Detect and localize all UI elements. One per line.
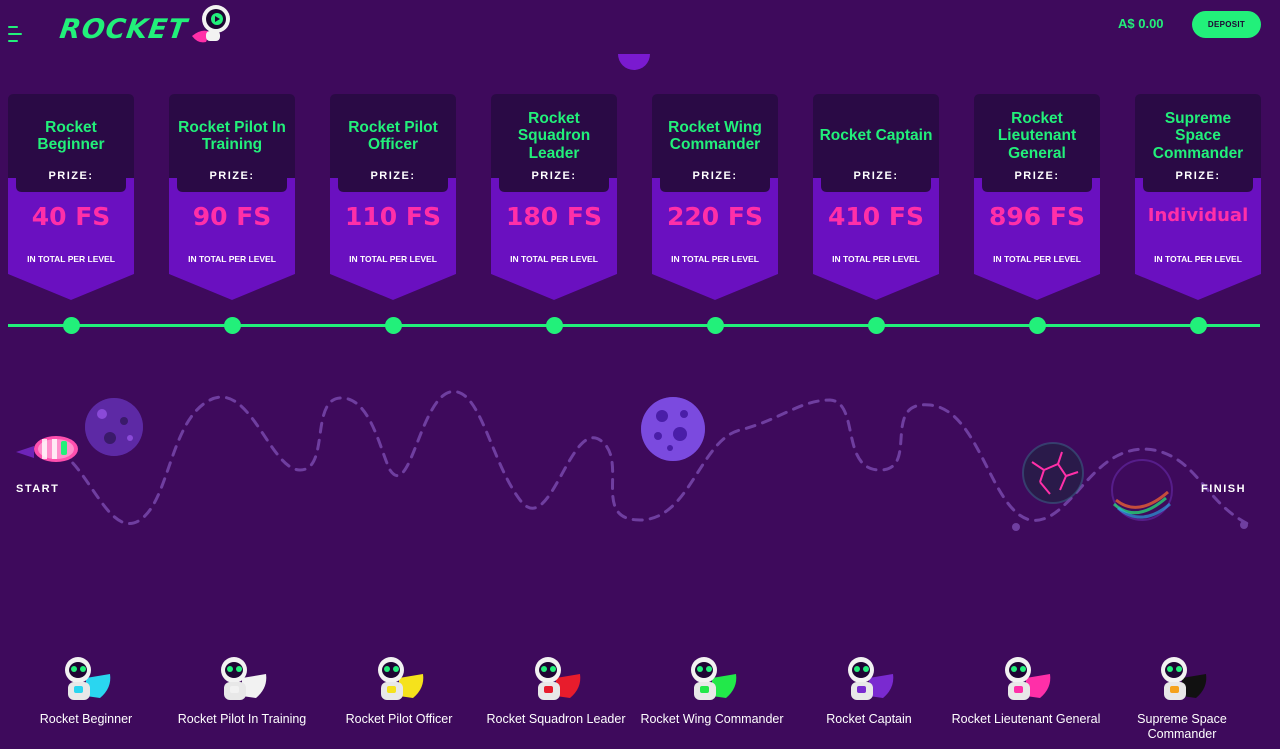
progress-line [8,324,1260,327]
prize-value: 90 FS [192,202,272,231]
rank-label: Rocket Beginner [39,712,133,726]
astronaut-rank-icon [848,657,894,700]
prize-label: PRIZE: [853,170,899,182]
progress-dot [62,317,80,334]
progress-dot [545,317,563,334]
rank-label: Rocket Wing Commander [640,712,784,726]
rank-item: Rocket Wing Commander [637,654,787,727]
prize-total-label: IN TOTAL PER LEVEL [349,254,437,264]
rank-item: Rocket Lieutenant General [951,654,1101,727]
prize-value: 110 FS [345,202,441,231]
level-card: Rocket Pilot Officer PRIZE: 110 FS IN TOTAL… [330,94,456,300]
level-title: Supreme Space Commander [1152,109,1244,162]
level-card: Rocket Captain PRIZE: 410 FS IN TOTAL PER L… [813,94,939,300]
rank-item: Rocket Pilot In Training [167,654,317,727]
balance-amount: A$ 0.00 [1118,16,1164,31]
prize-label: PRIZE: [531,170,577,182]
progress-dot [1189,317,1207,334]
level-card: Rocket Wing Commander PRIZE: 220 FS IN TOTA… [652,94,778,300]
progress-dot [223,317,241,334]
level-title: Rocket Lieutenant General [997,109,1077,162]
logo[interactable]: ROCKET [58,14,190,45]
rank-item: Rocket Captain [794,654,944,727]
prize-label: PRIZE: [48,170,94,182]
menu-icon[interactable] [8,26,22,42]
astronaut-rank-icon [1161,657,1207,700]
rank-item: Rocket Pilot Officer [324,654,474,727]
level-card: Rocket Beginner PRIZE: 40 FS IN TOTAL PER L… [8,94,134,300]
prize-value: 40 FS [31,202,111,231]
astronaut-rank-icon [691,657,737,700]
level-card: Rocket Pilot In Training PRIZE: 90 FS IN TO… [169,94,295,300]
astronaut-rank-icon [378,657,424,700]
level-title: Rocket Pilot Officer [348,118,438,154]
planet-2-icon [641,397,705,461]
prize-value: 180 FS [506,202,602,231]
level-card: Supreme Space Commander PRIZE: Individual I… [1135,94,1261,300]
prize-value: Individual [1147,205,1249,226]
prize-total-label: IN TOTAL PER LEVEL [27,254,115,264]
rank-item: Rocket Squadron Leader [481,654,631,727]
finish-label: FINISH [1201,483,1247,495]
rank-label: Rocket Pilot Officer [345,712,453,726]
prize-total-label: IN TOTAL PER LEVEL [188,254,276,264]
level-title: Rocket Wing Commander [668,118,762,154]
prize-label: PRIZE: [692,170,738,182]
progress-dot [706,317,724,334]
planet-1-icon [85,398,143,456]
level-card: Rocket Squadron Leader PRIZE: 180 FS IN TOT… [491,94,617,300]
astronaut-rank-icon [1005,657,1051,700]
planet-3-icon [1022,442,1084,504]
prize-value: 220 FS [667,202,763,231]
scroll-indicator [618,54,650,70]
prize-total-label: IN TOTAL PER LEVEL [1154,254,1242,264]
progress-dot [384,317,402,334]
prize-total-label: IN TOTAL PER LEVEL [671,254,759,264]
level-title: Rocket Captain [819,127,933,145]
rank-label: Rocket Captain [826,712,912,726]
astronaut-rank-icon [535,657,581,700]
prize-label: PRIZE: [1014,170,1060,182]
progress-dot [1028,317,1046,334]
prize-label: PRIZE: [209,170,255,182]
rocket-icon [16,436,78,462]
rank-item: Supreme Space Commander [1127,654,1237,742]
prize-label: PRIZE: [1175,170,1221,182]
level-card: Rocket Lieutenant General PRIZE: 896 FS IN … [974,94,1100,300]
prize-total-label: IN TOTAL PER LEVEL [993,254,1081,264]
astronaut-rank-icon [221,657,267,700]
rank-label: Supreme Space Commander [1137,712,1227,741]
astronaut-rank-icon [65,657,111,700]
start-label: START [16,483,60,495]
rank-label: Rocket Squadron Leader [486,712,626,726]
level-title: Rocket Pilot In Training [178,118,286,154]
level-title: Rocket Squadron Leader [517,109,591,162]
astronaut-logo-icon [192,5,230,43]
rank-label: Rocket Lieutenant General [951,712,1101,726]
progress-dot [867,317,885,334]
prize-total-label: IN TOTAL PER LEVEL [510,254,598,264]
prize-value: 410 FS [828,202,924,231]
prize-label: PRIZE: [370,170,416,182]
wormhole-icon [1111,459,1173,521]
prize-value: 896 FS [989,202,1085,231]
level-title: Rocket Beginner [37,118,105,154]
deposit-button[interactable]: DEPOSIT [1192,11,1261,38]
prize-total-label: IN TOTAL PER LEVEL [832,254,920,264]
header: ROCKET A$ 0.00 DEPOSIT [0,0,1280,60]
rank-item: Rocket Beginner [11,654,161,727]
rank-label: Rocket Pilot In Training [177,712,307,726]
